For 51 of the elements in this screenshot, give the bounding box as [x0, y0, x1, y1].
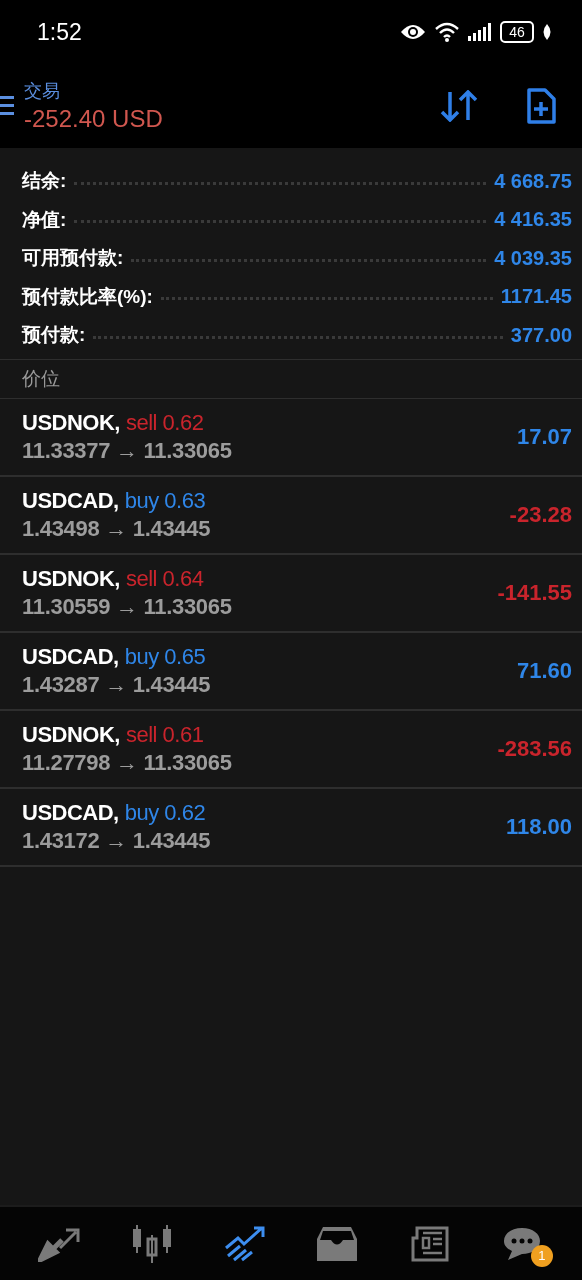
summary-label: 结余: — [22, 169, 67, 194]
total-profit: -252.40 USD — [24, 105, 164, 133]
trend-arrow-icon[interactable] — [223, 1225, 266, 1262]
order-type: buy 0.62 — [124, 799, 206, 826]
new-document-icon[interactable] — [526, 88, 556, 124]
profit-value: -141.55 — [497, 579, 572, 606]
price-change: 11.27798 → 11.33065 — [22, 749, 233, 776]
clock: 1:52 — [37, 18, 82, 46]
section-header: 价位 — [0, 359, 582, 399]
battery-level: 46 — [500, 21, 534, 43]
price-change: 11.33377 → 11.33065 — [22, 437, 233, 464]
sort-icon[interactable] — [440, 90, 478, 122]
screen-title: 交易 — [24, 80, 61, 103]
symbol: USDCAD, — [22, 643, 119, 670]
signal-icon — [468, 23, 492, 41]
inbox-icon[interactable] — [317, 1226, 358, 1261]
symbol: USDCAD, — [22, 487, 119, 514]
symbol: USDNOK, — [22, 409, 120, 436]
order-type: sell 0.61 — [125, 721, 204, 748]
summary-value: 4 416.35 — [494, 208, 572, 232]
order-type: sell 0.64 — [125, 565, 204, 592]
symbol: USDNOK, — [22, 721, 120, 748]
profit-value: -283.56 — [497, 735, 572, 762]
order-type: buy 0.65 — [124, 643, 206, 670]
order-type: sell 0.62 — [125, 409, 204, 436]
profit-value: 71.60 — [516, 657, 572, 684]
price-change: 1.43172 → 1.43445 — [22, 827, 212, 854]
symbol: USDNOK, — [22, 565, 120, 592]
summary-value: 4 668.75 — [494, 169, 572, 193]
summary-label: 预付款比率(%): — [22, 284, 153, 309]
menu-icon[interactable] — [0, 95, 14, 117]
profit-value: -23.28 — [509, 501, 572, 528]
wifi-icon — [434, 22, 460, 42]
count-badge: 1 — [530, 1244, 553, 1267]
price-change: 1.43498 → 1.43445 — [22, 515, 212, 542]
summary-label: 预付款: — [22, 323, 86, 348]
summary-value: 1171.45 — [500, 285, 572, 309]
eye-icon — [400, 23, 426, 41]
order-type: buy 0.63 — [124, 487, 206, 514]
leaf-icon — [542, 24, 552, 40]
price-change: 11.30559 → 11.33065 — [22, 593, 233, 620]
newspaper-icon[interactable] — [409, 1225, 450, 1262]
summary-value: 4 039.35 — [494, 246, 572, 270]
profit-value: 17.07 — [516, 423, 572, 450]
summary-label: 净值: — [22, 207, 67, 232]
candlestick-icon[interactable] — [131, 1224, 174, 1263]
symbol: USDCAD, — [22, 799, 119, 826]
price-change: 1.43287 → 1.43445 — [22, 671, 212, 698]
summary-value: 377.00 — [510, 323, 572, 347]
profit-value: 118.00 — [505, 813, 572, 840]
summary-label: 可用预付款: — [22, 246, 124, 271]
